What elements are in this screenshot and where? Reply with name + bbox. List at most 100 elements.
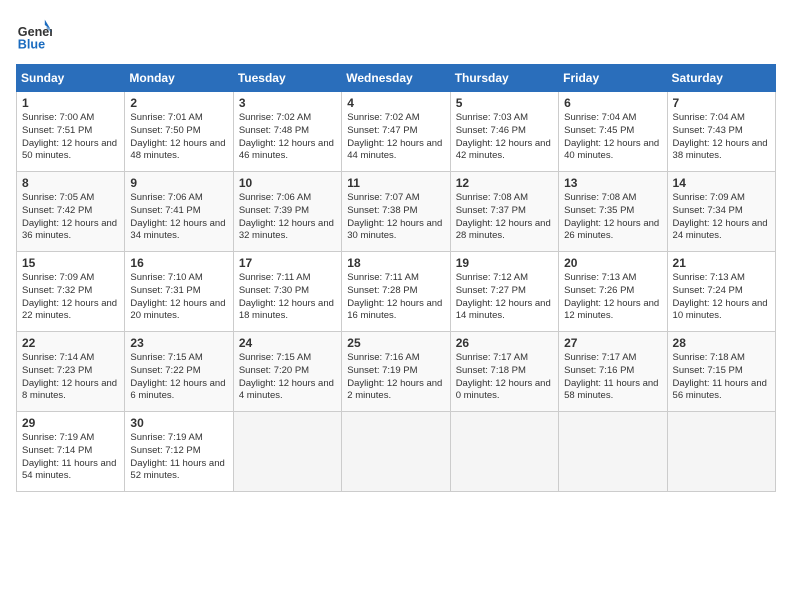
day-number: 11 bbox=[347, 176, 444, 190]
day-info: Sunrise: 7:16 AM Sunset: 7:19 PM Dayligh… bbox=[347, 352, 444, 403]
svg-text:Blue: Blue bbox=[18, 37, 45, 51]
weekday-sunday: Sunday bbox=[17, 65, 125, 92]
day-info: Sunrise: 7:18 AM Sunset: 7:15 PM Dayligh… bbox=[673, 352, 770, 403]
day-number: 6 bbox=[564, 96, 661, 110]
day-info: Sunrise: 7:11 AM Sunset: 7:30 PM Dayligh… bbox=[239, 272, 336, 323]
day-number: 9 bbox=[130, 176, 227, 190]
calendar-cell: 30 Sunrise: 7:19 AM Sunset: 7:12 PM Dayli… bbox=[125, 412, 233, 492]
weekday-thursday: Thursday bbox=[450, 65, 558, 92]
calendar-table: SundayMondayTuesdayWednesdayThursdayFrid… bbox=[16, 64, 776, 492]
calendar-cell: 27Sunrise: 7:17 AM Sunset: 7:16 PM Dayli… bbox=[559, 332, 667, 412]
calendar-cell: 3 Sunrise: 7:02 AM Sunset: 7:48 PM Daylig… bbox=[233, 92, 341, 172]
calendar-cell: 2 Sunrise: 7:01 AM Sunset: 7:50 PM Daylig… bbox=[125, 92, 233, 172]
day-number: 15 bbox=[22, 256, 119, 270]
day-info: Sunrise: 7:02 AM Sunset: 7:48 PM Dayligh… bbox=[239, 112, 336, 163]
calendar-header: SundayMondayTuesdayWednesdayThursdayFrid… bbox=[17, 65, 776, 92]
day-number: 18 bbox=[347, 256, 444, 270]
calendar-cell: 15 Sunrise: 7:09 AM Sunset: 7:32 PM Dayli… bbox=[17, 252, 125, 332]
calendar-cell: 23Sunrise: 7:15 AM Sunset: 7:22 PM Dayli… bbox=[125, 332, 233, 412]
day-info: Sunrise: 7:15 AM Sunset: 7:20 PM Dayligh… bbox=[239, 352, 336, 403]
day-number: 19 bbox=[456, 256, 553, 270]
calendar-cell: 6 Sunrise: 7:04 AM Sunset: 7:45 PM Daylig… bbox=[559, 92, 667, 172]
calendar-cell: 4 Sunrise: 7:02 AM Sunset: 7:47 PM Daylig… bbox=[342, 92, 450, 172]
day-number: 24 bbox=[239, 336, 336, 350]
weekday-saturday: Saturday bbox=[667, 65, 775, 92]
calendar-cell: 1 Sunrise: 7:00 AM Sunset: 7:51 PM Daylig… bbox=[17, 92, 125, 172]
day-info: Sunrise: 7:19 AM Sunset: 7:12 PM Dayligh… bbox=[130, 432, 227, 483]
day-number: 20 bbox=[564, 256, 661, 270]
day-number: 16 bbox=[130, 256, 227, 270]
calendar-cell bbox=[559, 412, 667, 492]
calendar-week-1: 1 Sunrise: 7:00 AM Sunset: 7:51 PM Daylig… bbox=[17, 92, 776, 172]
calendar-cell bbox=[450, 412, 558, 492]
day-info: Sunrise: 7:04 AM Sunset: 7:43 PM Dayligh… bbox=[673, 112, 770, 163]
day-info: Sunrise: 7:14 AM Sunset: 7:23 PM Dayligh… bbox=[22, 352, 119, 403]
day-number: 25 bbox=[347, 336, 444, 350]
calendar-cell: 18 Sunrise: 7:11 AM Sunset: 7:28 PM Dayli… bbox=[342, 252, 450, 332]
calendar-cell: 12Sunrise: 7:08 AM Sunset: 7:37 PM Dayli… bbox=[450, 172, 558, 252]
day-info: Sunrise: 7:12 AM Sunset: 7:27 PM Dayligh… bbox=[456, 272, 553, 323]
calendar-cell: 25 Sunrise: 7:16 AM Sunset: 7:19 PM Dayli… bbox=[342, 332, 450, 412]
calendar-week-5: 29Sunrise: 7:19 AM Sunset: 7:14 PM Dayli… bbox=[17, 412, 776, 492]
day-info: Sunrise: 7:13 AM Sunset: 7:26 PM Dayligh… bbox=[564, 272, 661, 323]
day-info: Sunrise: 7:13 AM Sunset: 7:24 PM Dayligh… bbox=[673, 272, 770, 323]
day-number: 27 bbox=[564, 336, 661, 350]
calendar-cell: 19 Sunrise: 7:12 AM Sunset: 7:27 PM Dayli… bbox=[450, 252, 558, 332]
day-info: Sunrise: 7:04 AM Sunset: 7:45 PM Dayligh… bbox=[564, 112, 661, 163]
calendar-cell: 5Sunrise: 7:03 AM Sunset: 7:46 PM Daylig… bbox=[450, 92, 558, 172]
calendar-week-3: 15 Sunrise: 7:09 AM Sunset: 7:32 PM Dayli… bbox=[17, 252, 776, 332]
calendar-body: 1 Sunrise: 7:00 AM Sunset: 7:51 PM Daylig… bbox=[17, 92, 776, 492]
calendar-cell: 9 Sunrise: 7:06 AM Sunset: 7:41 PM Daylig… bbox=[125, 172, 233, 252]
calendar-cell: 8Sunrise: 7:05 AM Sunset: 7:42 PM Daylig… bbox=[17, 172, 125, 252]
calendar-cell: 14 Sunrise: 7:09 AM Sunset: 7:34 PM Dayli… bbox=[667, 172, 775, 252]
calendar-cell: 16 Sunrise: 7:10 AM Sunset: 7:31 PM Dayli… bbox=[125, 252, 233, 332]
calendar-week-4: 22 Sunrise: 7:14 AM Sunset: 7:23 PM Dayli… bbox=[17, 332, 776, 412]
day-number: 4 bbox=[347, 96, 444, 110]
calendar-cell: 29Sunrise: 7:19 AM Sunset: 7:14 PM Dayli… bbox=[17, 412, 125, 492]
day-number: 3 bbox=[239, 96, 336, 110]
day-info: Sunrise: 7:06 AM Sunset: 7:39 PM Dayligh… bbox=[239, 192, 336, 243]
day-number: 2 bbox=[130, 96, 227, 110]
calendar-cell: 13 Sunrise: 7:08 AM Sunset: 7:35 PM Dayli… bbox=[559, 172, 667, 252]
day-number: 21 bbox=[673, 256, 770, 270]
day-number: 30 bbox=[130, 416, 227, 430]
day-info: Sunrise: 7:15 AM Sunset: 7:22 PM Dayligh… bbox=[130, 352, 227, 403]
day-info: Sunrise: 7:19 AM Sunset: 7:14 PM Dayligh… bbox=[22, 432, 119, 483]
day-info: Sunrise: 7:08 AM Sunset: 7:37 PM Dayligh… bbox=[456, 192, 553, 243]
day-number: 14 bbox=[673, 176, 770, 190]
day-number: 28 bbox=[673, 336, 770, 350]
day-info: Sunrise: 7:07 AM Sunset: 7:38 PM Dayligh… bbox=[347, 192, 444, 243]
day-info: Sunrise: 7:11 AM Sunset: 7:28 PM Dayligh… bbox=[347, 272, 444, 323]
day-info: Sunrise: 7:05 AM Sunset: 7:42 PM Dayligh… bbox=[22, 192, 119, 243]
calendar-cell: 22 Sunrise: 7:14 AM Sunset: 7:23 PM Dayli… bbox=[17, 332, 125, 412]
calendar-cell: 11 Sunrise: 7:07 AM Sunset: 7:38 PM Dayli… bbox=[342, 172, 450, 252]
day-info: Sunrise: 7:10 AM Sunset: 7:31 PM Dayligh… bbox=[130, 272, 227, 323]
calendar-cell bbox=[233, 412, 341, 492]
calendar-cell: 24 Sunrise: 7:15 AM Sunset: 7:20 PM Dayli… bbox=[233, 332, 341, 412]
day-number: 5 bbox=[456, 96, 553, 110]
day-number: 1 bbox=[22, 96, 119, 110]
day-info: Sunrise: 7:09 AM Sunset: 7:34 PM Dayligh… bbox=[673, 192, 770, 243]
weekday-tuesday: Tuesday bbox=[233, 65, 341, 92]
logo: General Blue bbox=[16, 16, 52, 52]
day-number: 13 bbox=[564, 176, 661, 190]
day-number: 17 bbox=[239, 256, 336, 270]
calendar-cell: 10Sunrise: 7:06 AM Sunset: 7:39 PM Dayli… bbox=[233, 172, 341, 252]
day-number: 22 bbox=[22, 336, 119, 350]
header: General Blue bbox=[16, 16, 776, 52]
weekday-monday: Monday bbox=[125, 65, 233, 92]
day-number: 7 bbox=[673, 96, 770, 110]
day-info: Sunrise: 7:01 AM Sunset: 7:50 PM Dayligh… bbox=[130, 112, 227, 163]
logo-icon: General Blue bbox=[16, 16, 52, 52]
calendar-cell bbox=[342, 412, 450, 492]
day-info: Sunrise: 7:06 AM Sunset: 7:41 PM Dayligh… bbox=[130, 192, 227, 243]
calendar-cell: 21 Sunrise: 7:13 AM Sunset: 7:24 PM Dayli… bbox=[667, 252, 775, 332]
calendar-cell bbox=[667, 412, 775, 492]
day-info: Sunrise: 7:08 AM Sunset: 7:35 PM Dayligh… bbox=[564, 192, 661, 243]
day-info: Sunrise: 7:00 AM Sunset: 7:51 PM Dayligh… bbox=[22, 112, 119, 163]
day-info: Sunrise: 7:09 AM Sunset: 7:32 PM Dayligh… bbox=[22, 272, 119, 323]
calendar-cell: 20 Sunrise: 7:13 AM Sunset: 7:26 PM Dayli… bbox=[559, 252, 667, 332]
calendar-cell: 28 Sunrise: 7:18 AM Sunset: 7:15 PM Dayli… bbox=[667, 332, 775, 412]
day-info: Sunrise: 7:02 AM Sunset: 7:47 PM Dayligh… bbox=[347, 112, 444, 163]
weekday-header-row: SundayMondayTuesdayWednesdayThursdayFrid… bbox=[17, 65, 776, 92]
